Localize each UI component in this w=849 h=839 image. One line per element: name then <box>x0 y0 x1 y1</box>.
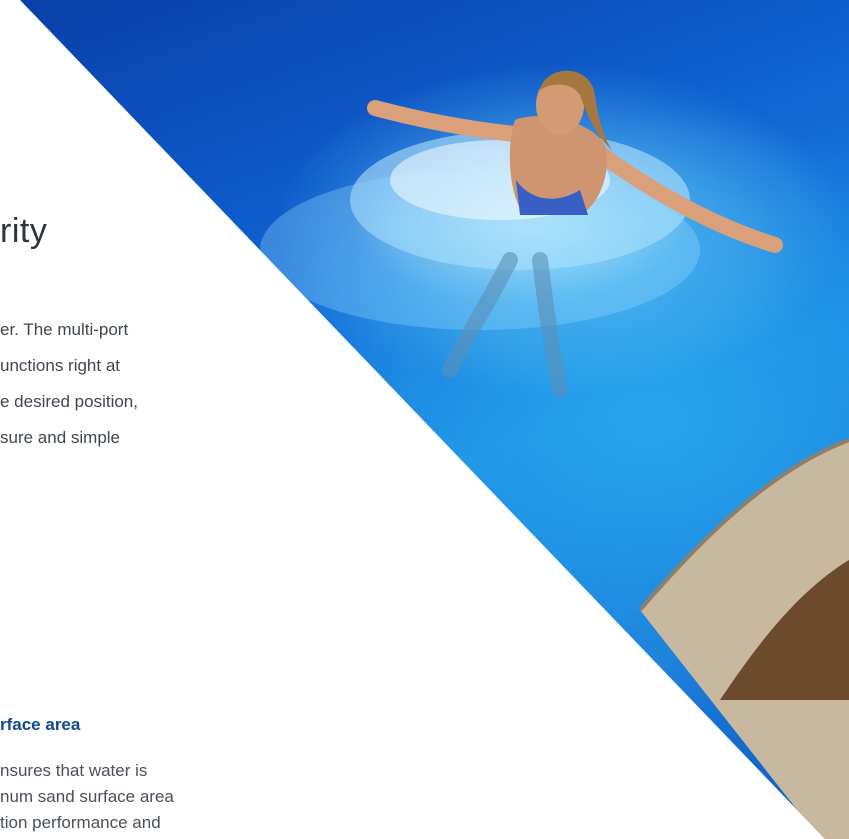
body-line-2: unctions right at <box>0 356 121 375</box>
feature-line-3: tion performance and <box>0 813 161 832</box>
feature-line-2: num sand surface area <box>0 787 174 806</box>
swimmer-arm <box>367 100 533 143</box>
pool-scene <box>260 70 849 839</box>
pool-photo <box>20 0 849 839</box>
section-heading: rity <box>0 212 48 250</box>
feature-subheading: rface area <box>0 715 81 734</box>
body-line-3: e desired position, <box>0 392 138 411</box>
body-line-4: sure and simple <box>0 428 121 447</box>
feature-line-1: nsures that water is <box>0 761 148 780</box>
body-line-1: er. The multi-port <box>0 320 129 339</box>
